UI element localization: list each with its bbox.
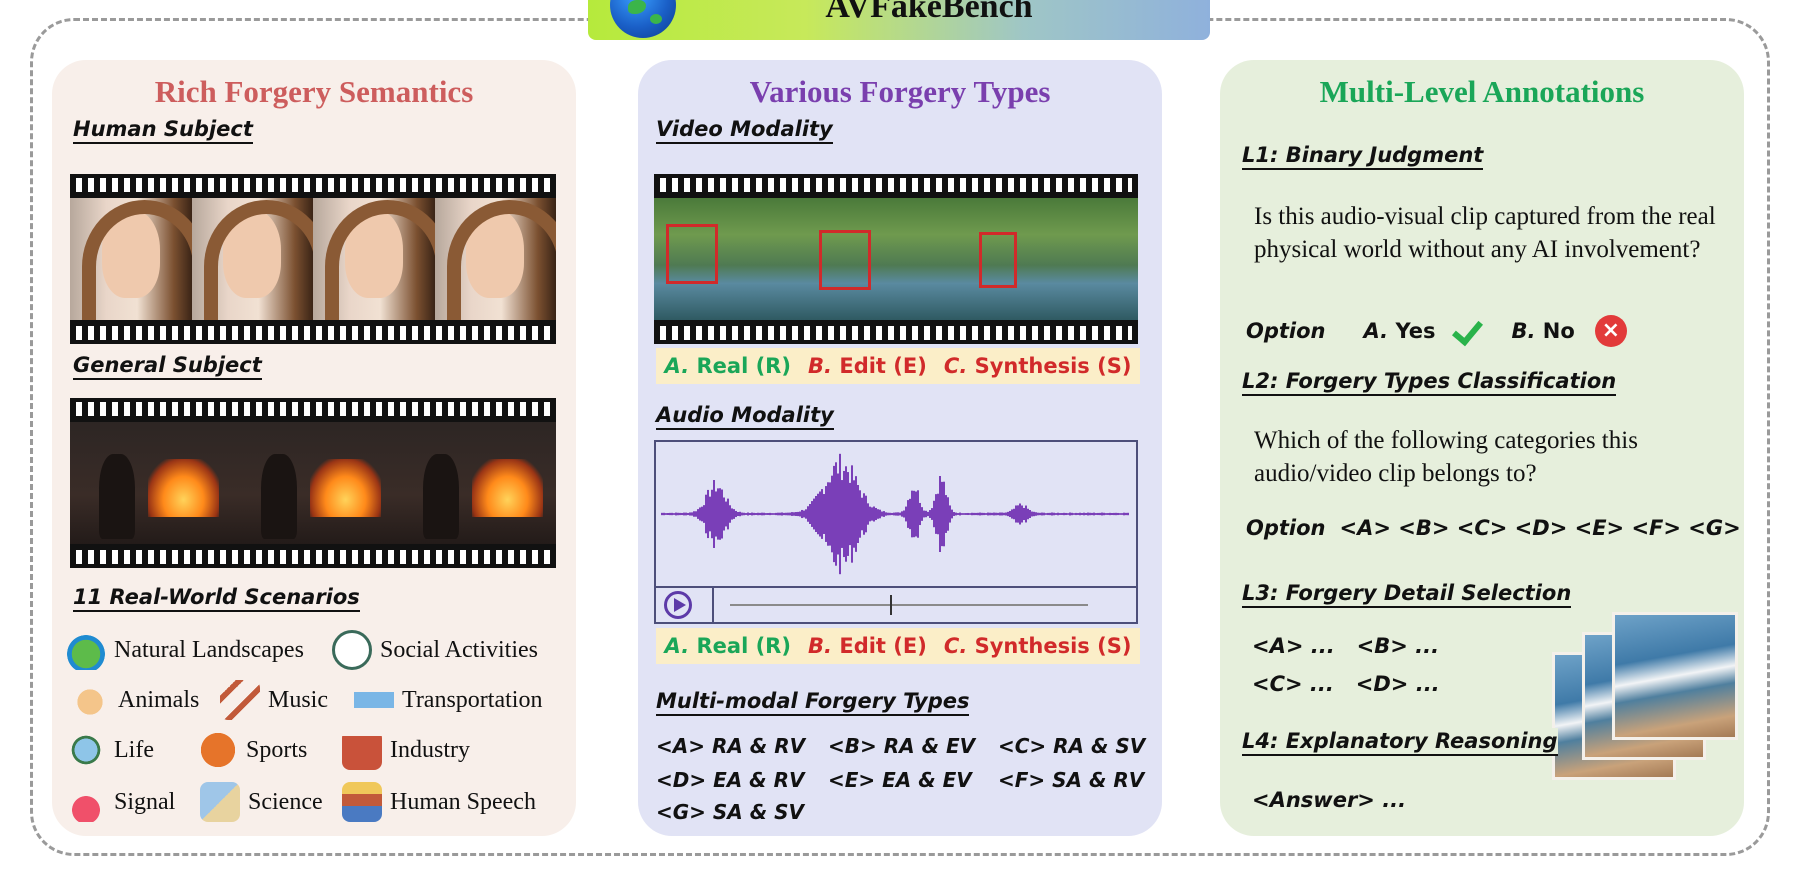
section-l3: L3: Forgery Detail Selection: [1242, 580, 1572, 608]
life-icon: [66, 730, 106, 770]
combo-d: <D> EA & RV: [656, 768, 805, 792]
audio-player-controls: [654, 586, 1138, 624]
combo-c: <C> RA & SV: [998, 734, 1146, 758]
scenario-sports: Sports: [198, 730, 307, 770]
l2-options: Option <A> <B> <C> <D> <E> <F> <G>: [1246, 516, 1741, 540]
scenario-human-speech: Human Speech: [342, 782, 536, 822]
transport-icon: [354, 680, 394, 720]
panel-multi-level-annotations: Multi-Level Annotations L1: Binary Judgm…: [1220, 60, 1744, 836]
panel-title: Various Forgery Types: [749, 74, 1051, 109]
panel-rich-forgery-semantics: Rich Forgery Semantics Human Subject Gen…: [52, 60, 576, 836]
option-edit: B. Edit (E): [808, 354, 927, 378]
page-title: AVFakeBench: [825, 0, 1033, 25]
option-synthesis: C. Synthesis (S): [943, 634, 1132, 658]
panel-title: Rich Forgery Semantics: [154, 74, 474, 109]
video-frame: [654, 198, 816, 320]
science-icon: [200, 782, 240, 822]
combo-f: <F> SA & RV: [998, 768, 1145, 792]
sports-icon: [198, 730, 238, 770]
l2-question: Which of the following categories this a…: [1254, 427, 1638, 487]
human-filmstrip: [70, 174, 556, 344]
panel-various-forgery-types: Various Forgery Types Video Modality A. …: [638, 60, 1162, 836]
section-l4: L4: Explanatory Reasoning: [1242, 728, 1558, 756]
video-filmstrip: [654, 174, 1138, 344]
l3-row2: <C> ... <D> ...: [1252, 672, 1440, 696]
beach-photo-front: [1612, 612, 1738, 740]
social-icon: [332, 630, 372, 670]
play-icon[interactable]: [664, 591, 692, 619]
l1-question: Is this audio-visual clip captured from …: [1254, 203, 1716, 263]
video-options-bar: A. Real (R) B. Edit (E) C. Synthesis (S): [656, 348, 1140, 384]
section-multimodal-types: Multi-modal Forgery Types: [656, 688, 970, 716]
audio-options-bar: A. Real (R) B. Edit (E) C. Synthesis (S): [656, 628, 1140, 664]
section-l1: L1: Binary Judgment: [1242, 142, 1484, 170]
scenario-music: Music: [220, 680, 328, 720]
option-real: A. Real (R): [664, 354, 791, 378]
industry-icon: [342, 730, 382, 770]
general-frame: [70, 422, 232, 544]
title-banner: AVFakeBench: [588, 0, 1210, 40]
check-icon: [1449, 314, 1483, 348]
section-l2: L2: Forgery Types Classification: [1242, 368, 1617, 396]
general-filmstrip: [70, 398, 556, 568]
progress-knob[interactable]: [890, 595, 892, 615]
audio-waveform: [661, 453, 1129, 575]
animal-icon: [70, 680, 110, 720]
forgery-region-box: [819, 230, 872, 290]
scenario-signal: Signal: [66, 782, 175, 822]
panel-title: Multi-Level Annotations: [1319, 74, 1645, 109]
combo-e: <E> EA & EV: [828, 768, 972, 792]
human-frame: [434, 198, 556, 320]
scenario-natural-landscapes: Natural Landscapes: [66, 630, 304, 670]
l1-options: Option A. Yes B. No ×: [1246, 314, 1627, 348]
signal-icon: [66, 782, 106, 822]
audio-progress-bar[interactable]: [730, 595, 1088, 615]
section-audio-modality: Audio Modality: [656, 402, 834, 430]
speech-icon: [342, 782, 382, 822]
option-real: A. Real (R): [664, 634, 791, 658]
human-frame: [313, 198, 435, 320]
music-icon: [220, 680, 260, 720]
landscape-icon: [66, 630, 106, 670]
forgery-region-box: [978, 232, 1017, 288]
scenario-transportation: Transportation: [354, 680, 542, 720]
l3-row1: <A> ... <B> ...: [1252, 634, 1440, 658]
forgery-region-box: [666, 224, 718, 284]
human-frame: [70, 198, 192, 320]
human-frame: [191, 198, 313, 320]
combo-g: <G> SA & SV: [656, 800, 805, 824]
general-frame: [232, 422, 394, 544]
video-frame: [976, 198, 1138, 320]
option-edit: B. Edit (E): [808, 634, 927, 658]
cross-icon: ×: [1594, 315, 1627, 347]
scenario-science: Science: [200, 782, 323, 822]
general-frame: [394, 422, 556, 544]
l4-answer: <Answer> ...: [1252, 788, 1407, 812]
combo-b: <B> RA & EV: [828, 734, 976, 758]
section-video-modality: Video Modality: [656, 116, 833, 144]
scenario-animals: Animals: [70, 680, 199, 720]
section-scenarios: 11 Real-World Scenarios: [73, 584, 360, 612]
combo-a: <A> RA & RV: [656, 734, 806, 758]
option-synthesis: C. Synthesis (S): [943, 354, 1132, 378]
scenario-industry: Industry: [342, 730, 470, 770]
section-human-subject: Human Subject: [73, 116, 253, 144]
audio-waveform-box: [654, 440, 1138, 588]
scenario-social-activities: Social Activities: [332, 630, 538, 670]
scenario-life: Life: [66, 730, 154, 770]
video-frame: [815, 198, 977, 320]
section-general-subject: General Subject: [73, 352, 262, 380]
